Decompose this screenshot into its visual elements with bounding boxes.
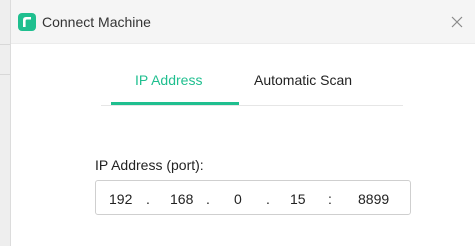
ip-separator-dot: .: [266, 191, 270, 207]
tab-ip-address[interactable]: IP Address: [135, 72, 202, 88]
connection-tabs: IP Address Automatic Scan: [101, 44, 403, 106]
ip-address-input[interactable]: 192 . 168 . 0 . 15 : 8899: [95, 180, 411, 215]
ip-separator-dot: .: [206, 191, 210, 207]
port-separator-colon: :: [328, 191, 332, 207]
connect-machine-dialog: Connect Machine IP Address Automatic Sca…: [10, 0, 475, 246]
ip-address-label: IP Address (port):: [95, 157, 204, 173]
ip-octet-3[interactable]: 0: [234, 191, 242, 207]
port-field[interactable]: 8899: [358, 191, 389, 207]
ip-octet-1[interactable]: 192: [109, 191, 132, 207]
tab-automatic-scan[interactable]: Automatic Scan: [254, 72, 352, 88]
dialog-title: Connect Machine: [42, 14, 151, 30]
ip-octet-2[interactable]: 168: [170, 191, 193, 207]
ip-octet-4[interactable]: 15: [290, 191, 306, 207]
ip-separator-dot: .: [146, 191, 150, 207]
close-icon[interactable]: [448, 13, 466, 31]
app-logo-icon: [18, 13, 36, 31]
dialog-titlebar: Connect Machine: [11, 0, 475, 44]
active-tab-indicator: [111, 102, 239, 105]
